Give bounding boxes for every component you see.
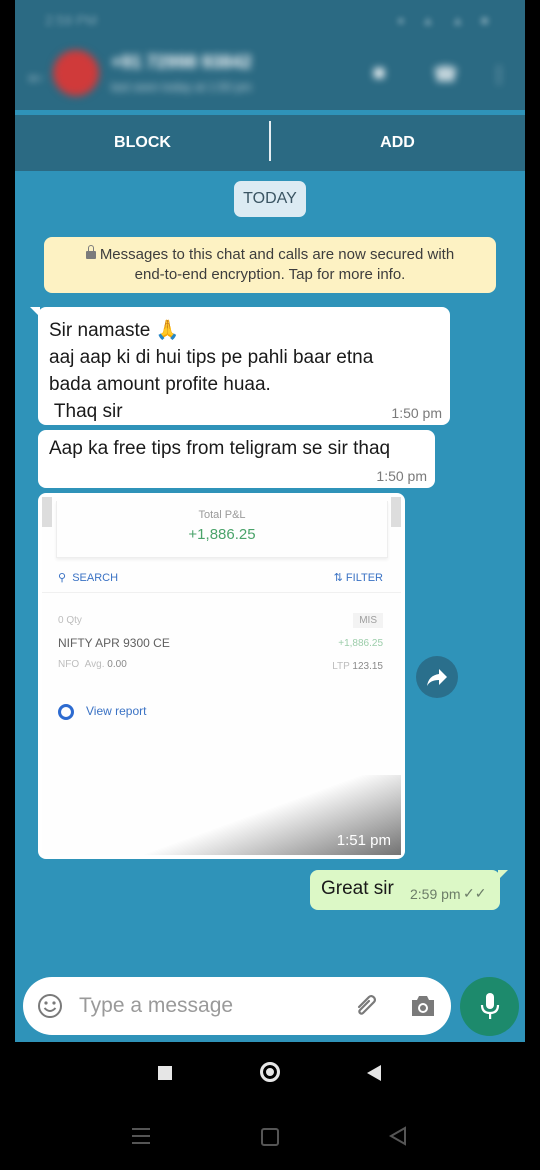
encryption-line-2: end-to-end encryption. Tap for more info… — [134, 266, 406, 283]
forward-icon[interactable] — [416, 656, 458, 698]
block-button[interactable]: BLOCK — [15, 115, 270, 171]
position-qty: 0 Qty — [58, 615, 82, 626]
product-badge: MIS — [353, 613, 383, 628]
search-icon: ⚲ — [58, 572, 67, 584]
message-text: Aap ka free tips from teligram se sir th… — [49, 438, 391, 459]
video-call-icon[interactable]: ■ — [373, 62, 385, 85]
screenshot-filter: ⇅ FILTER — [334, 571, 383, 584]
message-text: Sir namaste 🙏 aaj aap ki di hui tips pe … — [49, 320, 374, 422]
recents-button[interactable] — [158, 1066, 172, 1080]
mic-button[interactable] — [460, 977, 519, 1036]
chat-screen: 2:59 PM ● ▲ ▲ ■ ← +91 72998 93842 last s… — [15, 0, 525, 1042]
status-time: 2:59 PM — [45, 12, 98, 28]
home-outline-icon[interactable] — [261, 1128, 279, 1146]
ltp-value: 123.15 — [352, 661, 383, 672]
incoming-message[interactable]: Aap ka free tips from teligram se sir th… — [38, 430, 435, 488]
home-button[interactable] — [260, 1062, 280, 1082]
screenshot-edge — [42, 497, 52, 527]
status-icons: ● ▲ ▲ ■ — [396, 12, 495, 28]
message-composer[interactable]: Type a message — [23, 977, 451, 1035]
avg-label: Avg. — [84, 659, 105, 670]
date-chip: TODAY — [234, 181, 306, 217]
message-time: 1:51 pm — [336, 832, 391, 849]
total-pnl-card: Total P&L +1,886.25 — [56, 501, 388, 558]
avg-value: 0.00 — [107, 659, 127, 670]
report-icon — [58, 704, 74, 720]
position-pnl: +1,886.25 — [338, 638, 383, 649]
exchange-avg: NFO Avg. 0.00 — [58, 659, 127, 670]
instrument-name: NIFTY APR 9300 CE — [58, 636, 170, 650]
contact-name[interactable]: +91 72998 93842 — [111, 52, 252, 73]
separator — [42, 592, 401, 593]
filter-label: FILTER — [345, 572, 383, 584]
image-message[interactable]: Total P&L +1,886.25 ⚲ SEARCH ⇅ FILTER 0 … — [38, 493, 405, 859]
view-report: View report — [58, 704, 146, 720]
message-text: Great sir — [321, 878, 394, 899]
bubble-tail — [30, 307, 40, 317]
message-time: 2:59 pm — [410, 886, 461, 902]
unknown-contact-actions: BLOCK ADD — [15, 115, 525, 171]
chat-header: ← +91 72998 93842 last seen today at 1:5… — [15, 42, 525, 106]
back-button[interactable] — [367, 1065, 381, 1081]
pnl-title: Total P&L — [198, 509, 246, 521]
ltp-label: LTP — [332, 661, 350, 672]
message-input[interactable]: Type a message — [79, 994, 233, 1018]
search-label: SEARCH — [72, 572, 119, 584]
menu-icon[interactable] — [132, 1128, 150, 1149]
top-app-bar: 2:59 PM ● ▲ ▲ ■ ← +91 72998 93842 last s… — [15, 0, 525, 110]
mic-icon — [480, 993, 500, 1019]
report-label: View report — [86, 704, 147, 719]
exchange: NFO — [58, 659, 80, 670]
encryption-line-1: Messages to this chat and calls are now … — [99, 246, 455, 263]
ltp: LTP 123.15 — [332, 661, 383, 672]
encryption-notice[interactable]: Messages to this chat and calls are now … — [44, 237, 496, 293]
avatar[interactable] — [53, 50, 99, 96]
filter-icon: ⇅ — [333, 572, 343, 584]
phone-icon[interactable]: ☎ — [433, 62, 458, 87]
pnl-value: +1,886.25 — [188, 526, 256, 543]
status-bar: 2:59 PM ● ▲ ▲ ■ — [15, 0, 525, 40]
back-outline-icon[interactable] — [388, 1126, 408, 1146]
screenshot-search: ⚲ SEARCH — [58, 571, 118, 584]
contact-subtitle: last seen today at 1:50 pm — [111, 80, 252, 94]
attach-icon[interactable] — [353, 993, 381, 1019]
screenshot-edge — [391, 497, 401, 527]
message-time: 1:50 pm — [391, 405, 442, 421]
camera-icon[interactable] — [409, 993, 437, 1019]
message-time: 1:50 pm — [376, 468, 427, 484]
read-ticks-icon: ✓✓ — [463, 885, 487, 901]
outgoing-message[interactable]: Great sir 2:59 pm ✓✓ — [310, 870, 508, 910]
back-arrow-icon[interactable]: ← — [25, 62, 47, 87]
add-contact-button[interactable]: ADD — [270, 115, 525, 171]
shared-screenshot[interactable]: Total P&L +1,886.25 ⚲ SEARCH ⇅ FILTER 0 … — [42, 497, 401, 855]
emoji-icon[interactable] — [37, 993, 63, 1019]
bubble-tail — [498, 870, 508, 880]
more-vert-icon[interactable]: ⋮ — [489, 62, 509, 87]
lock-icon — [85, 245, 96, 260]
incoming-message[interactable]: Sir namaste 🙏 aaj aap ki di hui tips pe … — [30, 307, 450, 425]
